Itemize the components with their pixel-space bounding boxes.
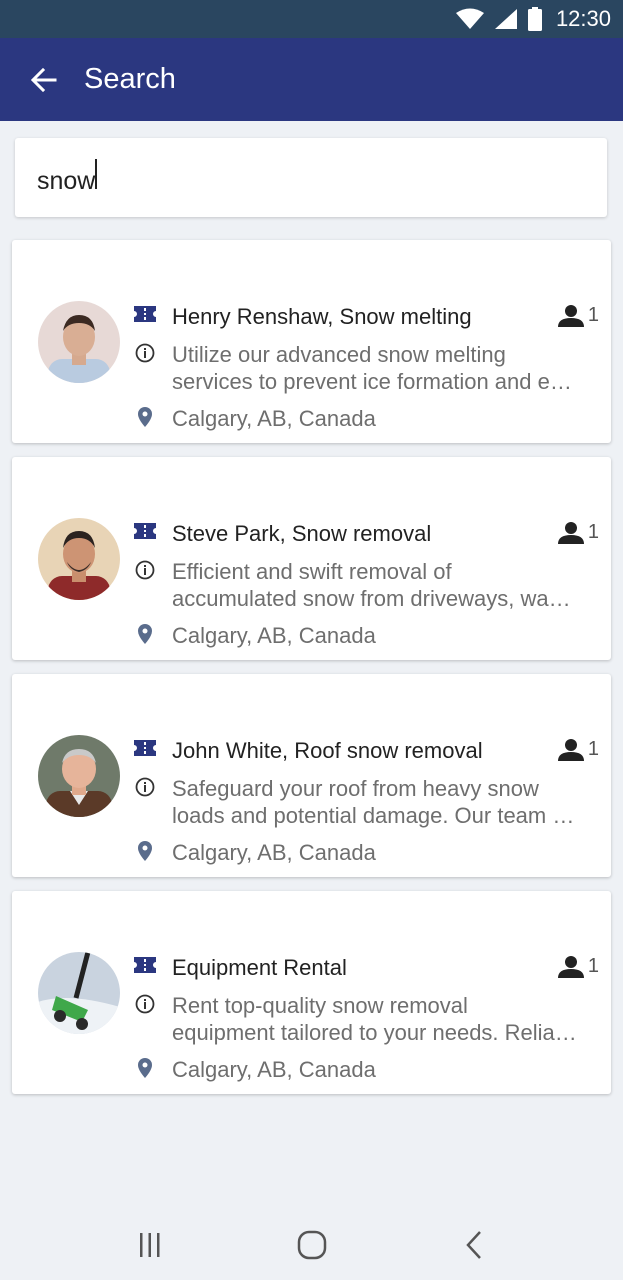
- location-pin-icon: [134, 1057, 156, 1079]
- info-icon: [134, 776, 156, 798]
- search-input[interactable]: snow: [37, 159, 537, 196]
- participants: 1: [557, 304, 599, 327]
- result-description: Safeguard your roof from heavy snow load…: [172, 776, 575, 828]
- result-card[interactable]: Henry Renshaw, Snow melting 1 Utilize ou…: [12, 240, 611, 443]
- participant-count: 1: [587, 738, 599, 760]
- location-pin-icon: [134, 406, 156, 428]
- person-icon: [557, 521, 584, 544]
- system-nav-bar: [0, 1210, 623, 1280]
- ticket-icon: [134, 520, 156, 542]
- result-card[interactable]: Steve Park, Snow removal 1 Efficient and…: [12, 457, 611, 660]
- avatar: [38, 735, 120, 817]
- result-description: Utilize our advanced snow melting servic…: [172, 342, 572, 394]
- person-icon: [557, 738, 584, 761]
- participant-count: 1: [587, 304, 599, 326]
- recents-icon: [140, 1233, 160, 1257]
- app-bar: Search: [0, 38, 623, 121]
- participants: 1: [557, 738, 599, 761]
- result-title: John White, Roof snow removal: [172, 738, 483, 763]
- ticket-icon: [134, 737, 156, 759]
- person-icon: [557, 304, 584, 327]
- avatar: [38, 301, 120, 383]
- ticket-icon: [134, 303, 156, 325]
- result-location: Calgary, AB, Canada: [172, 406, 376, 431]
- ticket-icon: [134, 954, 156, 976]
- participants: 1: [557, 955, 599, 978]
- home-button[interactable]: [292, 1228, 332, 1262]
- cell-signal-icon: [494, 9, 517, 29]
- result-title: Equipment Rental: [172, 955, 347, 980]
- nav-back-button[interactable]: [454, 1228, 494, 1262]
- back-button[interactable]: [24, 60, 64, 100]
- battery-icon: [527, 7, 542, 31]
- avatar: [38, 952, 120, 1034]
- page-title: Search: [84, 63, 176, 95]
- result-location: Calgary, AB, Canada: [172, 840, 376, 865]
- avatar: [38, 518, 120, 600]
- info-icon: [134, 342, 156, 364]
- participant-count: 1: [587, 521, 599, 543]
- info-icon: [134, 559, 156, 581]
- arrow-left-icon: [31, 67, 57, 92]
- text-caret: [95, 159, 97, 189]
- search-box[interactable]: snow: [15, 138, 607, 217]
- person-icon: [557, 955, 584, 978]
- result-card[interactable]: Equipment Rental 1 Rent top-quality snow…: [12, 891, 611, 1094]
- back-icon: [466, 1231, 481, 1259]
- result-description: Rent top-quality snow removal equipment …: [172, 993, 577, 1045]
- status-time: 12:30: [555, 6, 611, 31]
- result-card[interactable]: John White, Roof snow removal 1 Safeguar…: [12, 674, 611, 877]
- recents-button[interactable]: [130, 1228, 170, 1262]
- wifi-icon: [455, 8, 484, 29]
- status-bar: 12:30: [0, 0, 623, 38]
- location-pin-icon: [134, 623, 156, 645]
- info-icon: [134, 993, 156, 1015]
- location-pin-icon: [134, 840, 156, 862]
- result-title: Steve Park, Snow removal: [172, 521, 432, 546]
- result-description: Efficient and swift removal of accumulat…: [172, 559, 571, 611]
- home-icon: [297, 1230, 327, 1260]
- result-title: Henry Renshaw, Snow melting: [172, 304, 472, 329]
- result-location: Calgary, AB, Canada: [172, 623, 376, 648]
- participants: 1: [557, 521, 599, 544]
- result-location: Calgary, AB, Canada: [172, 1057, 376, 1082]
- participant-count: 1: [587, 955, 599, 977]
